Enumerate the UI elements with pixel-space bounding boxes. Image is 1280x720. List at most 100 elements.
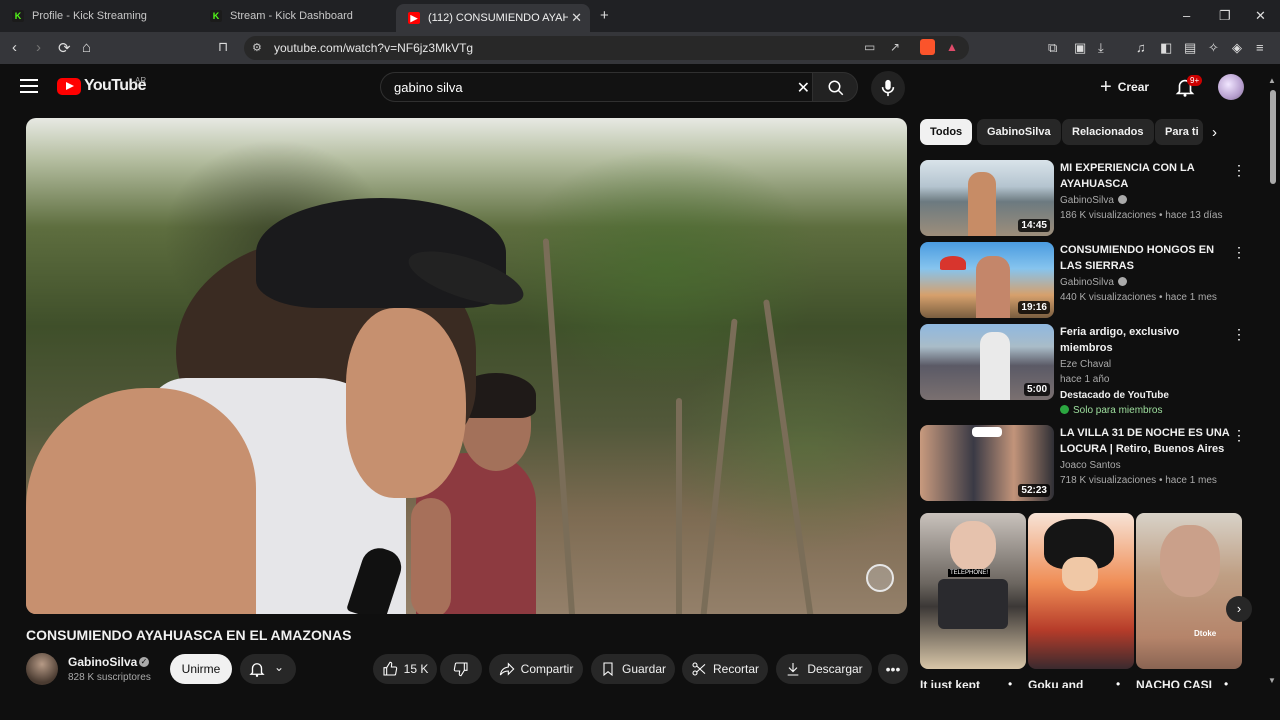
tree-trunk	[542, 238, 576, 614]
duration-badge: 52:23	[1018, 484, 1050, 497]
channel-watermark-icon[interactable]	[866, 564, 894, 592]
chip-todos[interactable]: Todos	[920, 119, 973, 145]
create-button[interactable]: + Crear	[1090, 72, 1164, 102]
channel-avatar[interactable]	[26, 653, 58, 685]
close-tab-icon[interactable]: ✕	[571, 10, 582, 26]
thumbnail-location-tag	[972, 427, 1002, 437]
share-button[interactable]: Compartir	[489, 654, 583, 684]
scroll-up-icon[interactable]: ▲	[1268, 76, 1276, 85]
thumbs-down-icon	[453, 662, 468, 677]
thumbs-up-icon	[383, 661, 397, 676]
short-goku-face	[1062, 557, 1098, 591]
browser-tab-kick-dashboard[interactable]: K Stream - Kick Dashboard	[198, 4, 393, 28]
chip-para-ti[interactable]: Para ti	[1155, 119, 1203, 145]
more-actions-button[interactable]: •••	[878, 654, 908, 684]
bookmark-icon[interactable]: ⊓	[218, 39, 228, 55]
tree-trunk	[763, 299, 815, 614]
chip-relacionados[interactable]: Relacionados	[1062, 119, 1154, 145]
sidebar-icon[interactable]: ◧	[1160, 40, 1172, 56]
video-thumbnail[interactable]: 52:23	[920, 425, 1054, 501]
tab-title: (112) CONSUMIENDO AYAHUAS	[428, 12, 568, 24]
create-label: Crear	[1117, 80, 1150, 94]
dislike-button[interactable]	[440, 654, 482, 684]
recommendation-item[interactable]: 19:16 CONSUMIENDO HONGOS EN LAS SIERRAS …	[920, 242, 1250, 320]
video-thumbnail[interactable]: 14:45	[920, 160, 1054, 236]
install-app-icon[interactable]: ▭	[864, 40, 875, 54]
back-icon[interactable]: ‹	[12, 39, 17, 56]
home-icon[interactable]: ⌂	[82, 39, 91, 56]
minimize-icon[interactable]: –	[1183, 8, 1190, 23]
short-thumbnail[interactable]: Dtoke	[1136, 513, 1242, 669]
search-input[interactable]: gabino silva ✕	[380, 72, 818, 102]
reload-icon[interactable]: ⟳	[58, 39, 71, 57]
video-player[interactable]	[26, 118, 907, 614]
short-caption: TELEPHONE!	[948, 569, 991, 577]
youtube-logo[interactable]: YouTube	[57, 77, 146, 95]
more-vertical-icon[interactable]: ⋮	[1232, 162, 1246, 179]
extensions-icon[interactable]: ⧉	[1048, 40, 1057, 56]
members-icon	[1060, 405, 1069, 414]
recommendation-title: LA VILLA 31 DE NOCHE ES UNA LOCURA | Ret…	[1060, 427, 1230, 455]
maximize-icon[interactable]: ❐	[1219, 8, 1231, 24]
youtube-play-icon	[57, 77, 81, 95]
address-bar[interactable]: ⚙ youtube.com/watch?v=NF6jz3MkVTg ▭ ↗ ▲	[244, 36, 969, 60]
vpn-icon[interactable]: ◈	[1232, 40, 1242, 56]
search-button[interactable]	[812, 72, 858, 102]
duration-badge: 5:00	[1023, 383, 1050, 396]
wallet-icon[interactable]: ▤	[1184, 40, 1196, 56]
thumbnail-person	[968, 172, 996, 236]
close-window-icon[interactable]: ✕	[1255, 8, 1266, 24]
recommendation-meta: 440 K visualizaciones • hace 1 mes	[1060, 292, 1217, 303]
media-icon[interactable]: ♫	[1136, 40, 1146, 55]
more-vertical-icon[interactable]: ⋮	[1232, 244, 1246, 261]
chevron-right-icon[interactable]: ›	[1226, 596, 1252, 622]
video-thumbnail[interactable]: 19:16	[920, 242, 1054, 318]
scroll-down-icon[interactable]: ▼	[1268, 676, 1276, 685]
browser-toolbar: ‹ › ⟳ ⌂ ⊓ ⚙ youtube.com/watch?v=NF6jz3Mk…	[0, 32, 1280, 64]
chevron-right-icon[interactable]: ›	[1212, 124, 1217, 141]
more-vertical-icon[interactable]: ⋮	[1232, 427, 1246, 444]
more-vertical-icon[interactable]: ⋮	[1232, 326, 1246, 343]
short-thumbnail[interactable]: TELEPHONE!	[920, 513, 1026, 669]
ai-icon[interactable]: ✧	[1208, 40, 1219, 56]
channel-name[interactable]: GabinoSilva	[68, 655, 137, 669]
site-info-icon[interactable]: ⚙	[252, 41, 262, 54]
short-person-face	[950, 521, 996, 571]
scrollbar-thumb[interactable]	[1270, 90, 1276, 184]
short-person-face	[1160, 525, 1220, 597]
clip-button[interactable]: Recortar	[682, 654, 768, 684]
clear-search-icon[interactable]: ✕	[797, 78, 810, 98]
account-avatar[interactable]	[1218, 74, 1244, 100]
search-value: gabino silva	[394, 80, 463, 95]
short-thumbnail[interactable]	[1028, 513, 1134, 669]
recommendation-item[interactable]: 5:00 Feria ardigo, exclusivo miembros Ez…	[920, 324, 1250, 416]
search-icon	[828, 80, 844, 96]
person-background-arm	[411, 498, 451, 614]
browser-tab-youtube[interactable]: ▶ (112) CONSUMIENDO AYAHUAS ✕	[396, 4, 590, 32]
subscription-bell-button[interactable]: ⌄	[240, 654, 296, 684]
recommendation-item[interactable]: 52:23 LA VILLA 31 DE NOCHE ES UNA LOCURA…	[920, 425, 1250, 503]
tab-search-icon[interactable]: ▣	[1074, 40, 1086, 56]
join-button[interactable]: Unirme	[170, 654, 232, 684]
share-page-icon[interactable]: ↗	[890, 40, 900, 54]
browser-tab-kick-profile[interactable]: K Profile - Kick Streaming	[0, 4, 195, 28]
chip-gabinosilva[interactable]: GabinoSilva	[977, 119, 1061, 145]
video-thumbnail[interactable]: 5:00	[920, 324, 1054, 400]
browser-tab-strip: K Profile - Kick Streaming K Stream - Ki…	[0, 0, 1280, 32]
like-button[interactable]: 15 K	[373, 654, 437, 684]
download-button[interactable]: Descargar	[776, 654, 872, 684]
recommendation-item[interactable]: 14:45 MI EXPERIENCIA CON LA AYAHUASCA Ga…	[920, 160, 1250, 238]
download-icon[interactable]: ⤓	[1098, 40, 1104, 56]
forward-icon[interactable]: ›	[36, 39, 41, 56]
verified-icon	[1117, 195, 1127, 204]
voice-search-button[interactable]	[871, 71, 905, 105]
hamburger-menu-icon[interactable]	[20, 79, 38, 93]
new-tab-button[interactable]: +	[600, 7, 609, 24]
duration-badge: 14:45	[1018, 219, 1050, 232]
brave-rewards-icon[interactable]: ▲	[946, 40, 958, 54]
menu-icon[interactable]: ≡	[1256, 40, 1264, 55]
save-button[interactable]: Guardar	[591, 654, 675, 684]
more-horizontal-icon: •••	[885, 661, 901, 677]
brave-shield-icon[interactable]	[920, 39, 935, 55]
thumbnail-person	[980, 332, 1010, 400]
